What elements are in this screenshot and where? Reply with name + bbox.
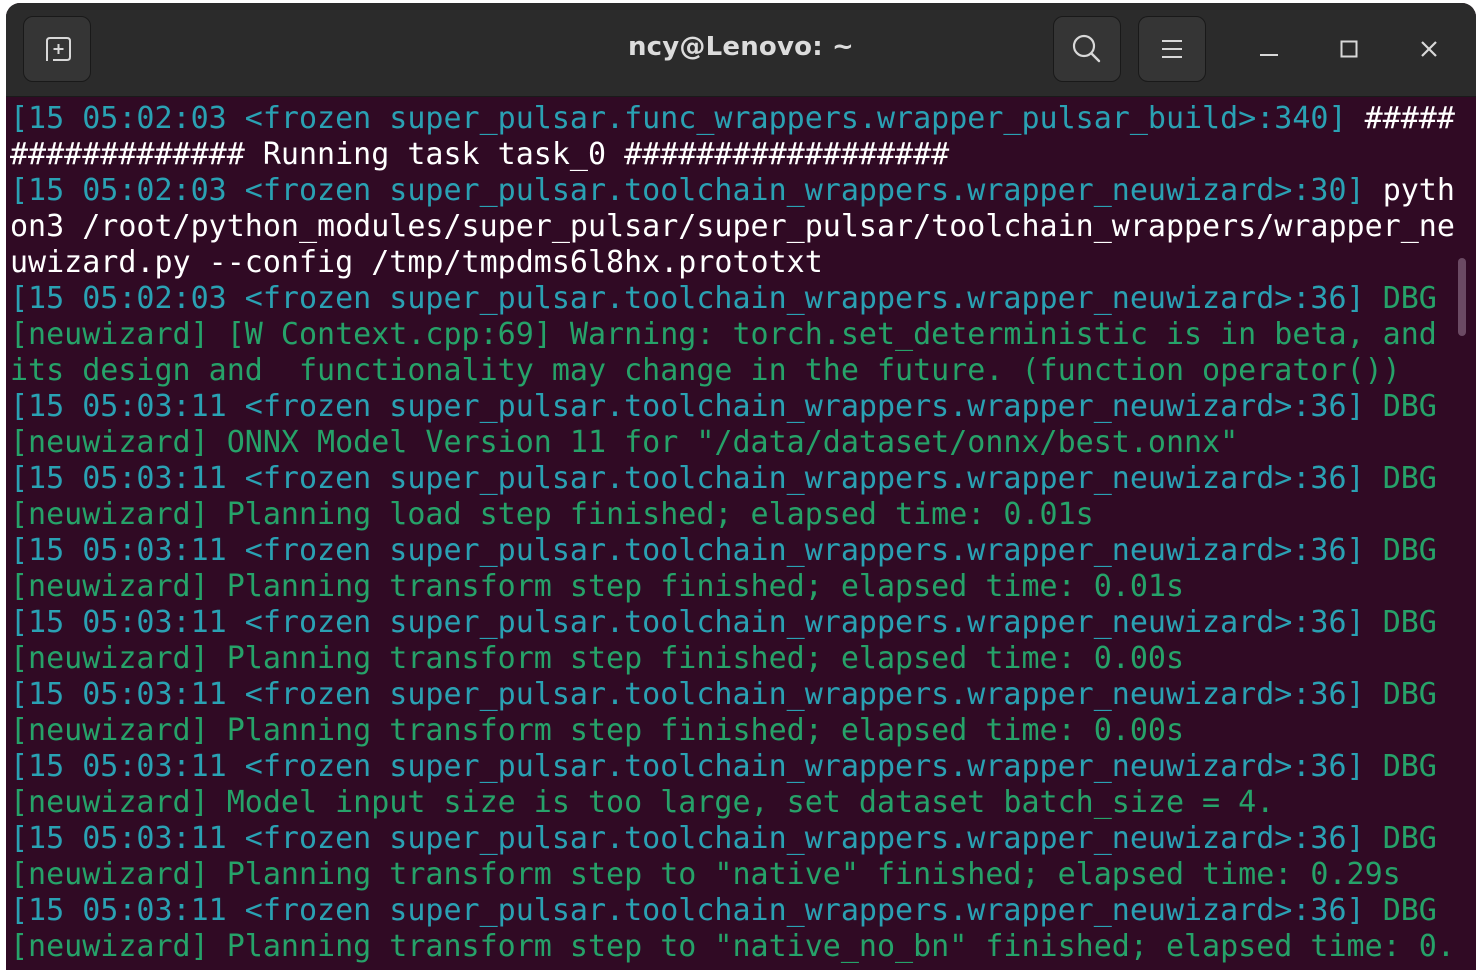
- terminal-text-segment: DBG: [1382, 677, 1437, 712]
- terminal-line: [neuwizard] Planning transform step to "…: [10, 929, 1456, 965]
- terminal-text-segment: DBG: [1382, 389, 1437, 424]
- terminal-text-segment: [neuwizard] Planning transform step fini…: [10, 713, 1184, 748]
- scrollbar-thumb[interactable]: [1458, 258, 1466, 336]
- terminal-line: its design and functionality may change …: [10, 353, 1456, 389]
- terminal-text-segment: pyth: [1382, 173, 1455, 208]
- terminal-line: uwizard.py --config /tmp/tmpdms6l8hx.pro…: [10, 245, 1456, 281]
- terminal-text-segment: DBG: [1382, 281, 1437, 316]
- terminal-line: [15 05:03:11 <frozen super_pulsar.toolch…: [10, 461, 1456, 497]
- terminal-text-segment: DBG: [1382, 533, 1437, 568]
- terminal-text-segment: [15 05:02:03 <frozen super_pulsar.toolch…: [10, 173, 1383, 208]
- terminal-line: on3 /root/python_modules/super_pulsar/su…: [10, 209, 1456, 245]
- close-button[interactable]: [1409, 27, 1449, 71]
- search-button[interactable]: [1053, 16, 1121, 82]
- terminal-text-segment: [neuwizard] [W Context.cpp:69] Warning: …: [10, 317, 1437, 352]
- terminal-text-segment: on3 /root/python_modules/super_pulsar/su…: [10, 209, 1455, 244]
- terminal-text-segment: [15 05:03:11 <frozen super_pulsar.toolch…: [10, 821, 1383, 856]
- terminal-text-segment: #####: [1364, 101, 1455, 136]
- terminal-text-segment: [neuwizard] Planning transform step fini…: [10, 641, 1184, 676]
- terminal-text-segment: [15 05:03:11 <frozen super_pulsar.toolch…: [10, 749, 1383, 784]
- terminal-text-segment: [15 05:02:03 <frozen super_pulsar.func_w…: [10, 101, 1365, 136]
- terminal-line: [neuwizard] Planning transform step fini…: [10, 569, 1456, 605]
- terminal-text-segment: uwizard.py --config /tmp/tmpdms6l8hx.pro…: [10, 245, 823, 280]
- terminal-text-segment: ############# Running task task_0 ######…: [10, 137, 950, 172]
- terminal-line: [15 05:03:11 <frozen super_pulsar.toolch…: [10, 821, 1456, 857]
- terminal-text-segment: [15 05:03:11 <frozen super_pulsar.toolch…: [10, 893, 1383, 928]
- terminal-line: [neuwizard] ONNX Model Version 11 for "/…: [10, 425, 1456, 461]
- terminal-line: ############# Running task task_0 ######…: [10, 137, 1456, 173]
- terminal-text-segment: [15 05:02:03 <frozen super_pulsar.toolch…: [10, 281, 1383, 316]
- terminal-line: [neuwizard] Planning transform step to "…: [10, 857, 1456, 893]
- terminal-text-segment: [neuwizard] Model input size is too larg…: [10, 785, 1275, 820]
- terminal-line: [neuwizard] Planning transform step fini…: [10, 641, 1456, 677]
- titlebar: ncy@Lenovo: ~: [6, 3, 1476, 97]
- terminal-text-segment: [neuwizard] Planning transform step fini…: [10, 569, 1184, 604]
- terminal-line: [neuwizard] Model input size is too larg…: [10, 785, 1456, 821]
- terminal-text-segment: [neuwizard] Planning transform step to "…: [10, 929, 1455, 964]
- terminal-output[interactable]: [15 05:02:03 <frozen super_pulsar.func_w…: [10, 101, 1456, 965]
- close-icon: [1421, 41, 1437, 57]
- minimize-button[interactable]: [1249, 27, 1289, 71]
- terminal-line: [15 05:03:11 <frozen super_pulsar.toolch…: [10, 533, 1456, 569]
- terminal-text-segment: [15 05:03:11 <frozen super_pulsar.toolch…: [10, 605, 1383, 640]
- terminal-text-segment: [15 05:03:11 <frozen super_pulsar.toolch…: [10, 533, 1383, 568]
- terminal-text-segment: its design and functionality may change …: [10, 353, 1401, 388]
- terminal-window: ncy@Lenovo: ~ [15 05:02:03 <frozen super…: [6, 3, 1476, 970]
- terminal-line: [15 05:03:11 <frozen super_pulsar.toolch…: [10, 605, 1456, 641]
- maximize-button[interactable]: [1329, 27, 1369, 71]
- terminal-text-segment: [neuwizard] Planning load step finished;…: [10, 497, 1094, 532]
- terminal-text-segment: [neuwizard] Planning transform step to "…: [10, 857, 1401, 892]
- terminal-line: [neuwizard] Planning load step finished;…: [10, 497, 1456, 533]
- terminal-text-segment: [15 05:03:11 <frozen super_pulsar.toolch…: [10, 461, 1383, 496]
- terminal-line: [neuwizard] Planning transform step fini…: [10, 713, 1456, 749]
- maximize-icon: [1340, 40, 1358, 58]
- menu-button[interactable]: [1138, 16, 1206, 82]
- terminal-line: [15 05:03:11 <frozen super_pulsar.toolch…: [10, 893, 1456, 929]
- terminal-text-segment: DBG: [1382, 893, 1437, 928]
- terminal-line: [neuwizard] [W Context.cpp:69] Warning: …: [10, 317, 1456, 353]
- terminal-line: [15 05:02:03 <frozen super_pulsar.toolch…: [10, 281, 1456, 317]
- terminal-line: [15 05:02:03 <frozen super_pulsar.func_w…: [10, 101, 1456, 137]
- terminal-line: [15 05:03:11 <frozen super_pulsar.toolch…: [10, 389, 1456, 425]
- terminal-text-segment: DBG: [1382, 605, 1437, 640]
- terminal-line: [15 05:03:11 <frozen super_pulsar.toolch…: [10, 677, 1456, 713]
- search-icon: [1072, 34, 1101, 63]
- terminal-text-segment: DBG: [1382, 749, 1437, 784]
- terminal-text-segment: [neuwizard] ONNX Model Version 11 for "/…: [10, 425, 1239, 460]
- terminal-text-segment: DBG: [1382, 461, 1437, 496]
- terminal-text-segment: DBG: [1382, 821, 1437, 856]
- terminal-text-segment: [15 05:03:11 <frozen super_pulsar.toolch…: [10, 677, 1383, 712]
- minimize-icon: [1260, 54, 1278, 56]
- hamburger-menu-icon: [1162, 40, 1182, 58]
- terminal-text-segment: [15 05:03:11 <frozen super_pulsar.toolch…: [10, 389, 1383, 424]
- terminal-line: [15 05:03:11 <frozen super_pulsar.toolch…: [10, 749, 1456, 785]
- terminal-line: [15 05:02:03 <frozen super_pulsar.toolch…: [10, 173, 1456, 209]
